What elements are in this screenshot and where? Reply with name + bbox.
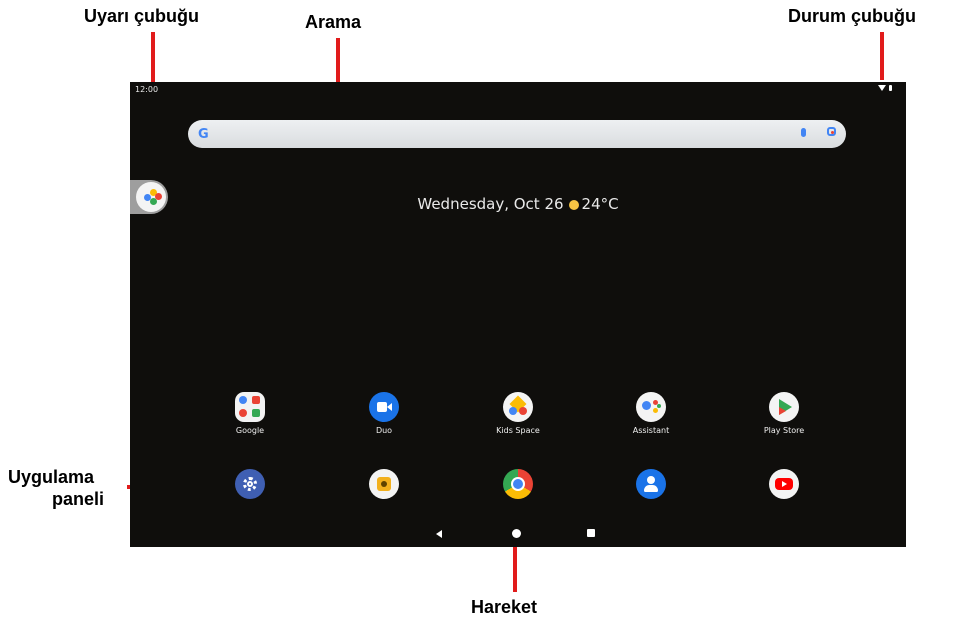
search-callout: Arama bbox=[305, 12, 362, 32]
status-bar-pointer bbox=[880, 32, 884, 80]
app-panel-callout-line1: Uygulama bbox=[8, 467, 95, 487]
app-row: Google Duo Kids Space Assistant Play Sto… bbox=[130, 392, 906, 452]
dock-camera[interactable] bbox=[344, 469, 424, 499]
date-weather-widget[interactable]: Wednesday, Oct 26 24°C bbox=[130, 195, 906, 213]
google-lens-icon[interactable] bbox=[827, 127, 836, 136]
contacts-icon bbox=[636, 469, 666, 499]
status-bar-callout: Durum çubuğu bbox=[788, 6, 916, 26]
app-assistant[interactable]: Assistant bbox=[611, 392, 691, 435]
status-time: 12:00 bbox=[135, 85, 159, 94]
app-kids-space[interactable]: Kids Space bbox=[478, 392, 558, 435]
dock-contacts[interactable] bbox=[611, 469, 691, 499]
assistant-icon bbox=[636, 392, 666, 422]
temperature-text: 24°C bbox=[581, 195, 619, 213]
youtube-icon bbox=[769, 469, 799, 499]
battery-icon bbox=[889, 85, 892, 91]
chrome-icon bbox=[503, 469, 533, 499]
play-store-icon bbox=[769, 392, 799, 422]
google-logo-icon: G bbox=[198, 127, 209, 142]
app-label: Kids Space bbox=[496, 426, 540, 435]
app-duo[interactable]: Duo bbox=[344, 392, 424, 435]
date-text: Wednesday, Oct 26 bbox=[417, 195, 564, 213]
app-label: Play Store bbox=[763, 426, 805, 435]
kids-space-icon bbox=[503, 392, 533, 422]
notification-bar-pointer bbox=[151, 32, 155, 84]
gesture-pointer bbox=[513, 540, 517, 592]
dock-settings[interactable] bbox=[210, 469, 290, 499]
app-label: Google bbox=[235, 426, 265, 435]
app-play-store[interactable]: Play Store bbox=[744, 392, 824, 435]
google-folder-icon bbox=[235, 392, 265, 422]
notification-bar-callout: Uyarı çubuğu bbox=[84, 6, 200, 26]
app-dock bbox=[130, 469, 906, 529]
dock-chrome[interactable] bbox=[478, 469, 558, 499]
gesture-callout: Hareket bbox=[471, 597, 538, 617]
tablet-screen: 12:00 G Wednesday, Oct 26 24°C Google Du… bbox=[130, 82, 906, 547]
navigation-bar bbox=[130, 527, 906, 543]
dock-youtube[interactable] bbox=[744, 469, 824, 499]
camera-icon bbox=[369, 469, 399, 499]
app-panel-callout-line2: paneli bbox=[52, 489, 105, 509]
app-label: Duo bbox=[375, 426, 393, 435]
recents-icon[interactable] bbox=[587, 529, 595, 537]
duo-icon bbox=[369, 392, 399, 422]
status-icons bbox=[878, 85, 892, 91]
microphone-icon[interactable] bbox=[801, 128, 806, 137]
sun-icon bbox=[568, 200, 579, 210]
back-icon[interactable] bbox=[436, 530, 442, 538]
settings-icon bbox=[235, 469, 265, 499]
app-google[interactable]: Google bbox=[210, 392, 290, 435]
home-icon[interactable] bbox=[512, 529, 521, 538]
search-bar[interactable]: G bbox=[188, 120, 846, 148]
app-label: Assistant bbox=[632, 426, 670, 435]
wifi-icon bbox=[878, 85, 886, 91]
